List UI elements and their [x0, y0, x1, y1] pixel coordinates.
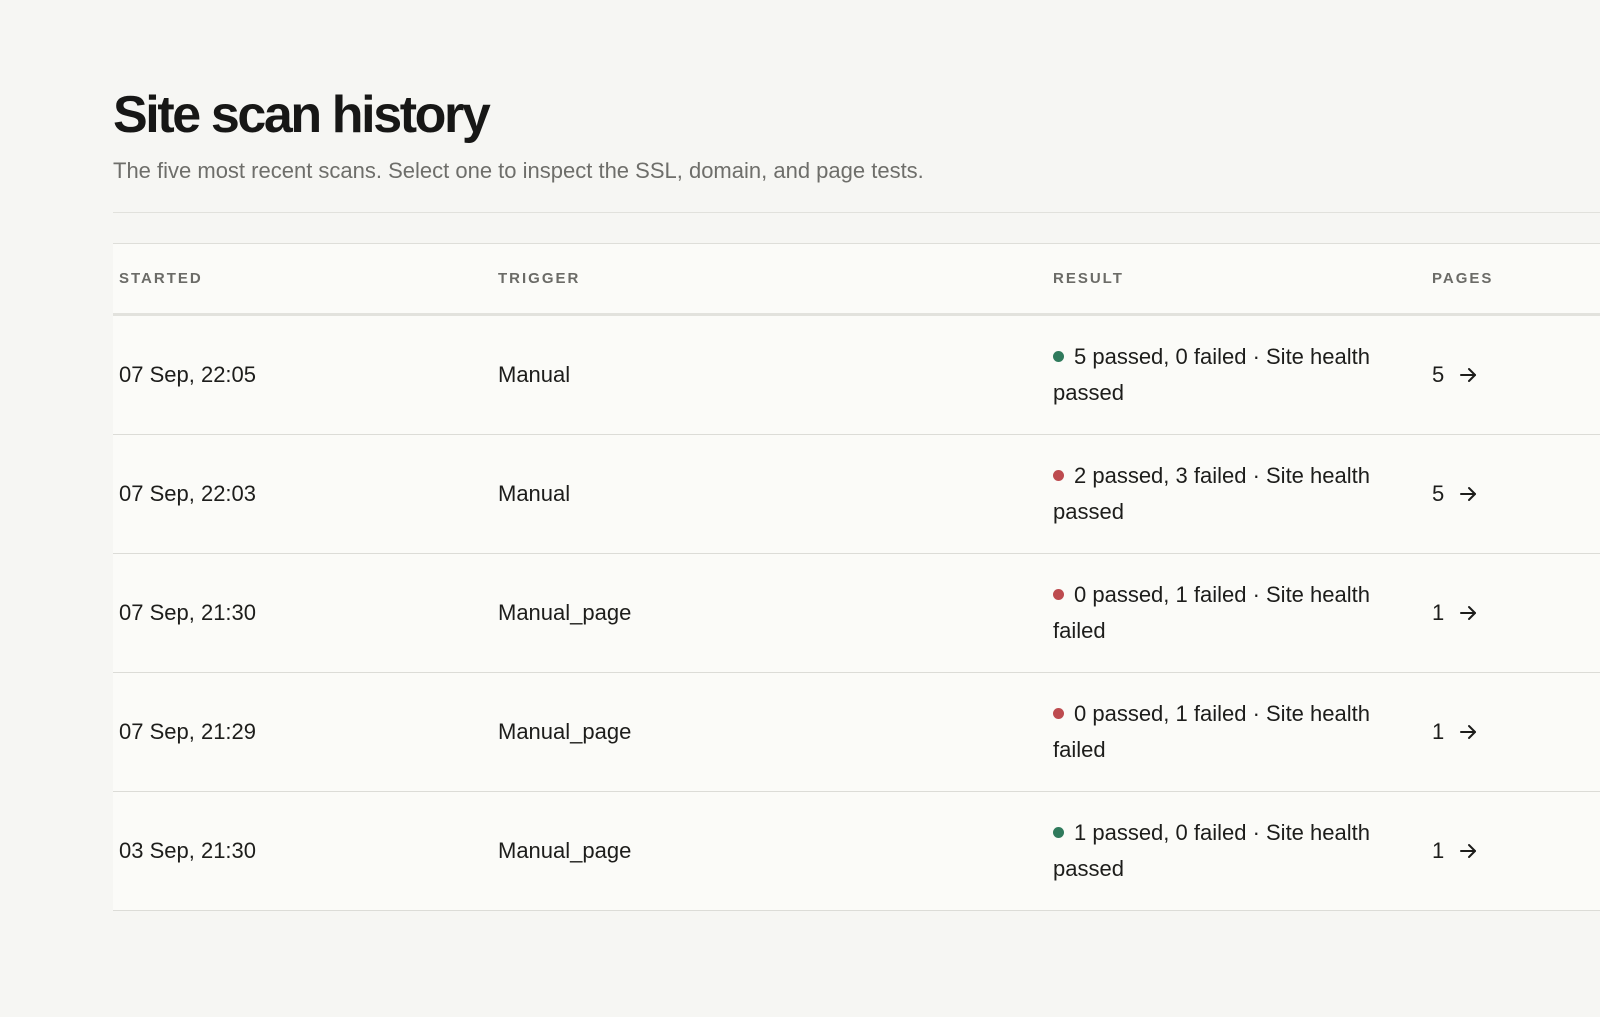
pages-cell: 5 — [1426, 314, 1600, 435]
status-dot-icon — [1053, 827, 1064, 838]
open-scan-link[interactable]: 5 — [1432, 362, 1478, 388]
pages-count: 1 — [1432, 719, 1445, 744]
pages-count: 5 — [1432, 481, 1445, 506]
open-scan-link[interactable]: 5 — [1432, 481, 1478, 507]
started-cell: 07 Sep, 22:03 — [113, 434, 492, 554]
result-cell: 2 passed, 3 failed · Site health passed — [1047, 434, 1426, 554]
trigger-cell: Manual — [492, 314, 1047, 435]
page-subtitle: The five most recent scans. Select one t… — [113, 158, 924, 183]
pages-cell: 1 — [1426, 672, 1600, 792]
pages-cell: 5 — [1426, 434, 1600, 554]
pages-count: 1 — [1432, 838, 1445, 863]
column-header-trigger: TRIGGER — [492, 244, 1047, 316]
pages-count: 5 — [1432, 362, 1445, 387]
started-cell: 07 Sep, 21:29 — [113, 672, 492, 792]
status-dot-icon — [1053, 470, 1064, 481]
pages-count: 1 — [1432, 600, 1445, 625]
result-text: 0 passed, 1 failed · Site health failed — [1053, 701, 1370, 762]
status-dot-icon — [1053, 589, 1064, 600]
open-scan-link[interactable]: 1 — [1432, 600, 1478, 626]
column-header-result: RESULT — [1047, 244, 1426, 316]
scan-history-page: Site scan history The five most recent s… — [0, 0, 1600, 1017]
scan-history-table: STARTED TRIGGER RESULT PAGES 07 Sep, 22:… — [113, 243, 1600, 911]
pages-cell: 1 — [1426, 791, 1600, 911]
status-dot-icon — [1053, 708, 1064, 719]
open-scan-link[interactable]: 1 — [1432, 838, 1478, 864]
page-header: Site scan history The five most recent s… — [113, 84, 1513, 186]
table-body: 07 Sep, 22:05 Manual 5 passed, 0 failed … — [113, 314, 1600, 911]
trigger-cell: Manual — [492, 434, 1047, 554]
header-divider — [113, 212, 1600, 213]
column-header-started: STARTED — [113, 244, 492, 316]
result-text: 5 passed, 0 failed · Site health passed — [1053, 344, 1370, 405]
result-text: 2 passed, 3 failed · Site health passed — [1053, 463, 1370, 524]
arrow-right-icon — [1460, 368, 1477, 382]
page-title: Site scan history — [113, 86, 491, 144]
pages-cell: 1 — [1426, 553, 1600, 673]
column-header-pages: PAGES — [1426, 244, 1600, 316]
started-cell: 07 Sep, 21:30 — [113, 553, 492, 673]
table-row[interactable]: 03 Sep, 21:30 Manual_page 1 passed, 0 fa… — [113, 791, 1600, 911]
table-row[interactable]: 07 Sep, 21:30 Manual_page 0 passed, 1 fa… — [113, 553, 1600, 673]
status-dot-icon — [1053, 351, 1064, 362]
table-row[interactable]: 07 Sep, 21:29 Manual_page 0 passed, 1 fa… — [113, 672, 1600, 792]
result-cell: 0 passed, 1 failed · Site health failed — [1047, 672, 1426, 792]
table-row[interactable]: 07 Sep, 22:05 Manual 5 passed, 0 failed … — [113, 314, 1600, 435]
result-cell: 5 passed, 0 failed · Site health passed — [1047, 314, 1426, 435]
started-cell: 07 Sep, 22:05 — [113, 314, 492, 435]
result-text: 1 passed, 0 failed · Site health passed — [1053, 820, 1370, 881]
arrow-right-icon — [1460, 844, 1477, 858]
result-cell: 1 passed, 0 failed · Site health passed — [1047, 791, 1426, 911]
table-header-row: STARTED TRIGGER RESULT PAGES — [113, 244, 1600, 316]
arrow-right-icon — [1460, 606, 1477, 620]
trigger-cell: Manual_page — [492, 791, 1047, 911]
trigger-cell: Manual_page — [492, 553, 1047, 673]
open-scan-link[interactable]: 1 — [1432, 719, 1478, 745]
trigger-cell: Manual_page — [492, 672, 1047, 792]
result-text: 0 passed, 1 failed · Site health failed — [1053, 582, 1370, 643]
result-cell: 0 passed, 1 failed · Site health failed — [1047, 553, 1426, 673]
arrow-right-icon — [1460, 487, 1477, 501]
arrow-right-icon — [1460, 725, 1477, 739]
table-row[interactable]: 07 Sep, 22:03 Manual 2 passed, 3 failed … — [113, 434, 1600, 554]
started-cell: 03 Sep, 21:30 — [113, 791, 492, 911]
table-header: STARTED TRIGGER RESULT PAGES — [113, 244, 1600, 316]
